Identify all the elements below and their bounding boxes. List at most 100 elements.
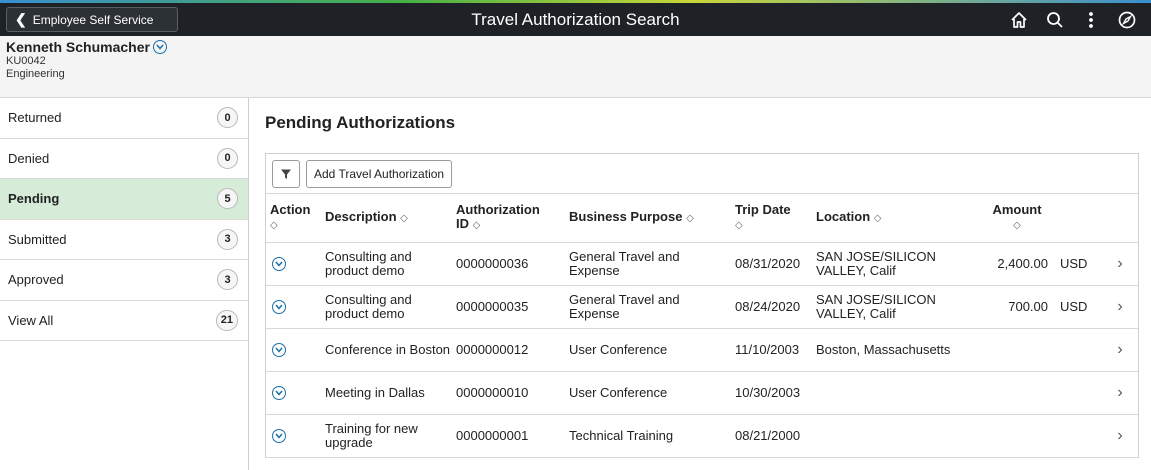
sort-icon[interactable]: ◇ bbox=[735, 220, 743, 231]
sidebar-item-label: Submitted bbox=[8, 231, 67, 247]
authorization-id-cell: 0000000001 bbox=[452, 414, 565, 458]
description-cell: Conference in Boston bbox=[321, 328, 452, 372]
row-actions-icon[interactable] bbox=[272, 300, 286, 314]
column-header-currency bbox=[1056, 194, 1098, 243]
chevron-right-icon[interactable]: › bbox=[1098, 371, 1138, 415]
add-travel-authorization-button[interactable]: Add Travel Authorization bbox=[306, 159, 453, 188]
count-badge: 21 bbox=[215, 309, 238, 331]
authorization-id-cell: 0000000035 bbox=[452, 285, 565, 329]
main-panel: Pending Authorizations Add Travel Author… bbox=[249, 98, 1151, 470]
business-purpose-cell: Technical Training bbox=[565, 414, 731, 458]
row-action-cell bbox=[266, 285, 321, 329]
chevron-right-icon[interactable]: › bbox=[1098, 328, 1138, 372]
filter-button[interactable] bbox=[272, 159, 300, 188]
search-icon[interactable] bbox=[1037, 3, 1073, 36]
authorizations-table: Action ◇ Description ◇ Authorization ID … bbox=[266, 194, 1138, 458]
row-actions-icon[interactable] bbox=[272, 386, 286, 400]
count-badge: 0 bbox=[217, 107, 238, 129]
sidebar-item-pending[interactable]: Pending 5 bbox=[0, 179, 248, 220]
employee-id: KU0042 bbox=[6, 55, 46, 67]
count-badge: 3 bbox=[217, 228, 238, 250]
chevron-right-icon[interactable]: › bbox=[1098, 285, 1138, 329]
description-cell: Training for new upgrade bbox=[321, 414, 452, 458]
table-row[interactable]: Consulting and product demo 0000000035 Gen… bbox=[266, 285, 1138, 329]
authorizations-grid: Add Travel Authorization Action ◇ Descri… bbox=[265, 153, 1139, 458]
business-purpose-cell: General Travel and Expense bbox=[565, 242, 731, 286]
count-badge: 5 bbox=[217, 188, 238, 210]
sidebar-item-returned[interactable]: Returned 0 bbox=[0, 98, 248, 139]
table-row[interactable]: Training for new upgrade 0000000001 Techni… bbox=[266, 414, 1138, 458]
sort-icon[interactable]: ◇ bbox=[270, 220, 278, 231]
table-row[interactable]: Conference in Boston 0000000012 User Confe… bbox=[266, 328, 1138, 372]
column-header-amount[interactable]: Amount ◇ bbox=[974, 194, 1056, 243]
trip-date-cell: 08/24/2020 bbox=[731, 285, 812, 329]
authorization-id-cell: 0000000012 bbox=[452, 328, 565, 372]
row-action-cell bbox=[266, 371, 321, 415]
back-button[interactable]: ❮ Employee Self Service bbox=[6, 7, 178, 32]
column-header-authorization-id[interactable]: Authorization ID ◇ bbox=[452, 194, 565, 243]
more-vert-icon[interactable] bbox=[1073, 3, 1109, 36]
location-cell: SAN JOSE/SILICON VALLEY, Calif bbox=[812, 285, 974, 329]
count-badge: 0 bbox=[217, 147, 238, 169]
sort-icon[interactable]: ◇ bbox=[473, 220, 481, 231]
chevron-right-icon[interactable]: › bbox=[1098, 414, 1138, 458]
business-purpose-cell: User Conference bbox=[565, 371, 731, 415]
column-header-action[interactable]: Action ◇ bbox=[266, 194, 321, 243]
column-header-trip-date[interactable]: Trip Date ◇ bbox=[731, 194, 812, 243]
trip-date-cell: 11/10/2003 bbox=[731, 328, 812, 372]
trip-date-cell: 08/31/2020 bbox=[731, 242, 812, 286]
currency-cell bbox=[1056, 414, 1098, 458]
amount-cell bbox=[974, 414, 1056, 458]
sidebar-item-approved[interactable]: Approved 3 bbox=[0, 260, 248, 301]
row-actions-icon[interactable] bbox=[272, 343, 286, 357]
location-cell: Boston, Massachusetts bbox=[812, 328, 974, 372]
description-cell: Consulting and product demo bbox=[321, 285, 452, 329]
currency-cell bbox=[1056, 371, 1098, 415]
sidebar-item-label: View All bbox=[8, 312, 54, 328]
count-badge: 3 bbox=[217, 269, 238, 291]
chevron-down-icon[interactable] bbox=[152, 40, 167, 54]
chevron-left-icon: ❮ bbox=[15, 11, 27, 27]
table-row[interactable]: Consulting and product demo 0000000036 Gen… bbox=[266, 242, 1138, 286]
trip-date-cell: 08/21/2000 bbox=[731, 414, 812, 458]
amount-cell: 2,400.00 bbox=[974, 242, 1056, 286]
business-purpose-cell: User Conference bbox=[565, 328, 731, 372]
sidebar-item-label: Pending bbox=[8, 191, 60, 207]
grid-toolbar: Add Travel Authorization bbox=[266, 154, 1138, 194]
sort-icon[interactable]: ◇ bbox=[874, 213, 882, 224]
column-header-business-purpose[interactable]: Business Purpose ◇ bbox=[565, 194, 731, 243]
row-actions-icon[interactable] bbox=[272, 257, 286, 271]
back-button-label: Employee Self Service bbox=[32, 12, 154, 27]
sort-icon[interactable]: ◇ bbox=[1013, 220, 1021, 231]
trip-date-cell: 10/30/2003 bbox=[731, 371, 812, 415]
location-cell bbox=[812, 414, 974, 458]
amount-cell bbox=[974, 328, 1056, 372]
row-action-cell bbox=[266, 328, 321, 372]
sort-icon[interactable]: ◇ bbox=[686, 213, 694, 224]
authorization-id-cell: 0000000010 bbox=[452, 371, 565, 415]
location-cell bbox=[812, 371, 974, 415]
row-actions-icon[interactable] bbox=[272, 429, 286, 443]
table-header-row: Action ◇ Description ◇ Authorization ID … bbox=[266, 194, 1138, 243]
employee-department: Engineering bbox=[6, 68, 65, 80]
sidebar-item-view-all[interactable]: View All 21 bbox=[0, 301, 248, 341]
chevron-right-icon[interactable]: › bbox=[1098, 242, 1138, 286]
sidebar-item-label: Approved bbox=[8, 272, 64, 288]
column-header-location[interactable]: Location ◇ bbox=[812, 194, 974, 243]
sidebar-item-submitted[interactable]: Submitted 3 bbox=[0, 220, 248, 260]
column-header-description[interactable]: Description ◇ bbox=[321, 194, 452, 243]
status-sidebar: Returned 0 Denied 0 Pending 5 Submitted … bbox=[0, 98, 249, 470]
table-row[interactable]: Meeting in Dallas 0000000010 User Conferen… bbox=[266, 371, 1138, 415]
employee-header: Kenneth Schumacher KU0042 Engineering bbox=[0, 36, 1151, 98]
amount-cell: 700.00 bbox=[974, 285, 1056, 329]
sidebar-item-denied[interactable]: Denied 0 bbox=[0, 139, 248, 179]
column-header-chevron bbox=[1098, 194, 1138, 243]
currency-cell: USD bbox=[1056, 285, 1098, 329]
sort-icon[interactable]: ◇ bbox=[400, 213, 408, 224]
currency-cell bbox=[1056, 328, 1098, 372]
row-action-cell bbox=[266, 414, 321, 458]
navbar-compass-icon[interactable] bbox=[1109, 3, 1145, 36]
description-cell: Consulting and product demo bbox=[321, 242, 452, 286]
home-icon[interactable] bbox=[1001, 3, 1037, 36]
authorization-id-cell: 0000000036 bbox=[452, 242, 565, 286]
